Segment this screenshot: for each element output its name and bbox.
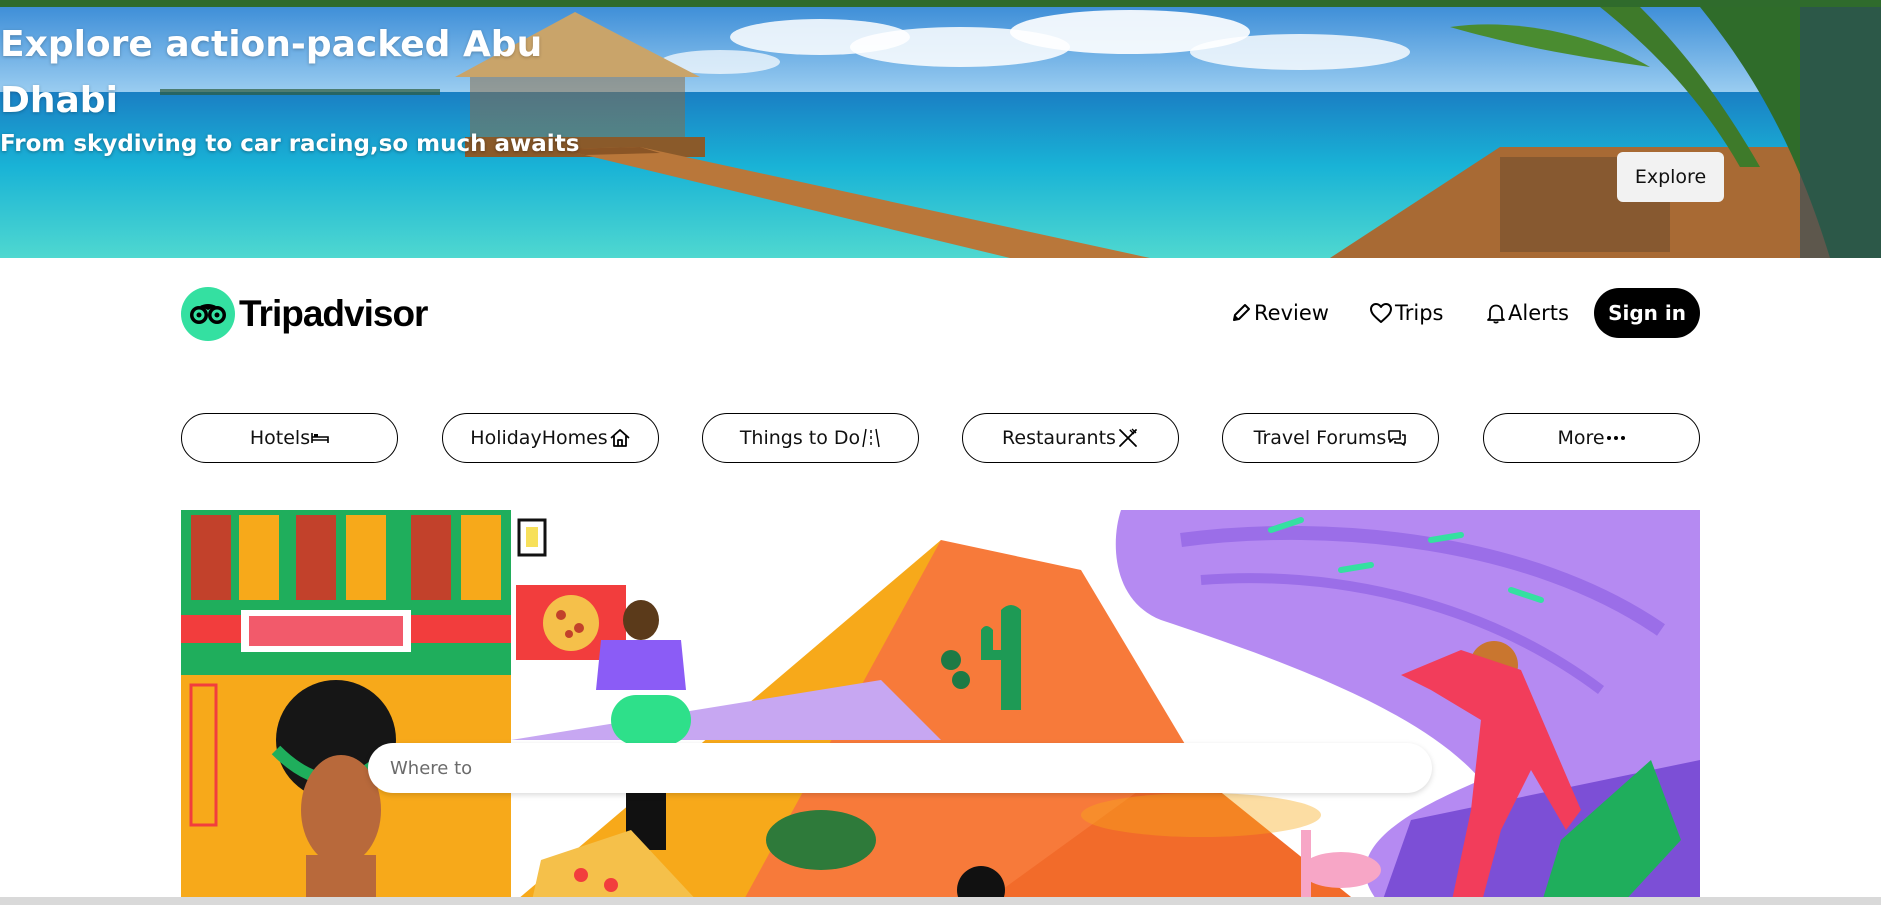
- review-label: Review: [1254, 301, 1329, 325]
- category-hotels[interactable]: Hotels: [181, 413, 398, 463]
- category-more[interactable]: More: [1483, 413, 1700, 463]
- trips-label: Trips: [1395, 301, 1444, 325]
- hero-artwork: [181, 510, 1700, 905]
- where-to-search-input[interactable]: [368, 743, 1432, 793]
- promo-banner: Explore action-packed Abu Dhabi From sky…: [0, 7, 1881, 258]
- category-label: Travel Forums: [1253, 427, 1387, 449]
- top-accent-strip: [0, 0, 1881, 7]
- home-icon: [610, 429, 630, 447]
- category-label: Hotels: [249, 427, 311, 449]
- category-travel-forums[interactable]: Travel Forums: [1222, 413, 1439, 463]
- category-label: Things to Do: [739, 427, 861, 449]
- hero-illustration: [181, 510, 1700, 905]
- explore-button[interactable]: Explore: [1617, 152, 1724, 202]
- alerts-link[interactable]: Alerts: [1486, 288, 1569, 338]
- bed-icon: [311, 433, 329, 443]
- heart-icon: [1370, 303, 1392, 323]
- pencil-icon: [1233, 304, 1250, 321]
- bell-icon: [1487, 304, 1505, 324]
- utensils-icon: [1119, 428, 1137, 447]
- owl-logo-icon: [181, 287, 235, 341]
- sign-in-button[interactable]: Sign in: [1594, 288, 1700, 338]
- chat-icon: [1388, 430, 1407, 446]
- category-label: Restaurants: [1002, 427, 1116, 449]
- trips-link[interactable]: Trips: [1369, 288, 1443, 338]
- review-link[interactable]: Review: [1230, 288, 1329, 338]
- ellipsis-icon: [1606, 436, 1625, 440]
- horizontal-scrollbar[interactable]: [0, 897, 1881, 905]
- category-things-to-do[interactable]: Things to Do: [702, 413, 919, 463]
- tripadvisor-logo[interactable]: Tripadvisor: [181, 287, 428, 341]
- category-label: More: [1557, 427, 1605, 449]
- logo-wordmark: Tripadvisor: [239, 293, 428, 334]
- category-label: HolidayHomes: [470, 427, 608, 449]
- road-icon: [862, 428, 880, 448]
- banner-subtitle: From skydiving to car racing,so much awa…: [0, 131, 580, 157]
- banner-title: Explore action-packed Abu Dhabi: [0, 24, 543, 121]
- alerts-label: Alerts: [1508, 301, 1569, 325]
- category-restaurants[interactable]: Restaurants: [962, 413, 1179, 463]
- category-holidayhomes[interactable]: HolidayHomes: [442, 413, 659, 463]
